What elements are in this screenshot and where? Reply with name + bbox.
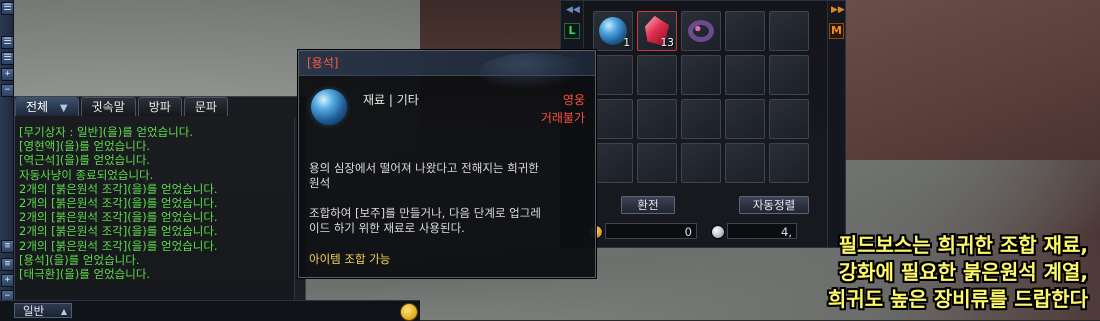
trade-restriction: 거래불가 [540,111,585,125]
inventory-slot[interactable] [593,99,633,139]
caption-line: 강화에 필요한 붉은원석 계열, [838,260,1088,284]
chevron-up-icon: ▲ [60,307,67,316]
chat-line: 2개의 [붉은원석 조각](을)를 얻었습니다. [19,238,218,253]
dragon-emblem-decoration [479,53,589,91]
inventory-right-bar: ▶▶ M [827,1,845,247]
inventory-slot[interactable] [725,99,765,139]
funnel-icon[interactable]: ▼ [60,100,68,118]
inventory-slot[interactable] [725,55,765,95]
item-count: 13 [660,37,674,49]
inventory-slot[interactable] [637,143,677,183]
zoom-out-icon[interactable]: − [1,84,14,97]
inventory-slot[interactable] [725,11,765,51]
inventory-slot[interactable] [637,55,677,95]
chat-line: 2개의 [붉은원석 조각](을)를 얻었습니다. [19,181,218,196]
chat-mode-label: 일반 [23,304,45,318]
inventory-slot[interactable]: 13 [637,11,677,51]
tab-party[interactable]: 방파 [137,97,182,116]
collapse-left-icon[interactable]: ◀◀ [566,5,580,15]
chat-line: [무기상자 : 일반](을)를 얻었습니다. [19,125,193,139]
video-caption: 필드보스는 희귀한 조합 재료, 강화에 필요한 붉은원석 계열, 희귀도 높은… [748,232,1088,313]
item-category: 재료 | 기타 [363,93,419,107]
item-tooltip: [용석] 재료 | 기타 영웅 거래불가 용의 심장에서 떨어져 나왔다고 전해… [298,50,596,278]
inventory-slot[interactable] [725,143,765,183]
tab-guild[interactable]: 문파 [183,97,228,116]
inventory-slot[interactable]: 1 [593,11,633,51]
inventory-window: ◀◀ L 1 13 환전 자동정렬 0 4, ▶▶ M [560,0,846,248]
exchange-button[interactable]: 환전 [621,196,675,214]
dragon-stone-icon [311,89,347,125]
chat-line: [태극환](을)를 얻었습니다. [19,266,151,281]
chat-line: 2개의 [붉은원석 조각](을)를 얻었습니다. [19,195,218,210]
chat-list-icon-2[interactable]: ☰ [1,52,14,65]
chat-input-bar[interactable]: 일반 ▲ [0,300,420,321]
chat-mode-select[interactable]: 일반 ▲ [14,303,72,318]
chat-log: [무기상자 : 일반](을)를 얻었습니다. [영현액](을)를 얻었습니다. … [19,125,289,281]
ring-icon [688,20,714,42]
chat-line: [영현액](을)를 얻었습니다. [19,139,151,154]
chat-zoom-in-icon[interactable]: + [1,274,14,287]
chat-line: 자동사냥이 종료되었습니다. [19,167,154,182]
chat-line: [용석](을)를 얻었습니다. [19,252,140,267]
tab-all[interactable]: 전체 ▼ [15,97,79,116]
tab-label: 전체 [26,100,49,114]
chat-line: [역근석](을)를 얻었습니다. [19,153,151,168]
inventory-m-badge[interactable]: M [829,23,844,39]
chat-menu-icon[interactable]: ☰ [1,2,14,15]
inventory-l-badge[interactable]: L [564,23,580,39]
inventory-slot[interactable] [769,143,809,183]
emote-icon[interactable] [400,303,418,321]
item-name: [용석] [307,56,339,70]
inventory-slot[interactable] [769,99,809,139]
inventory-slot[interactable] [769,11,809,51]
inventory-slot[interactable] [637,99,677,139]
zoom-in-icon[interactable]: + [1,68,14,81]
chat-window: 전체 ▼ 귓속말 방파 문파 [무기상자 : 일반](을)를 얻었습니다. [영… [14,96,306,304]
item-usage: 조합하여 [보주]를 만들거나, 다음 단계로 업그레 이드 하기 위한 재료로… [309,206,541,235]
item-grade: 영웅 [562,93,585,107]
inventory-slot[interactable] [681,11,721,51]
chat-line: 2개의 [붉은원석 조각](을)를 얻었습니다. [19,224,218,239]
inventory-slot[interactable] [593,143,633,183]
gold-amount: 0 [605,223,697,239]
silver-coin-icon [711,225,725,239]
inventory-slot[interactable] [769,55,809,95]
chat-tabs: 전체 ▼ 귓속말 방파 문파 [15,97,305,117]
scroll-list-icon[interactable]: ≡ [1,240,14,253]
item-description: 용의 심장에서 떨어져 나왔다고 전해지는 희귀한 원석 [309,161,539,190]
item-count: 1 [623,37,630,49]
scene-stone-floor [840,0,1100,160]
caption-line: 희귀도 높은 장비류를 드랍한다 [827,287,1088,311]
inventory-slot[interactable] [681,99,721,139]
chat-list-icon[interactable]: ☰ [1,36,14,49]
caption-line: 필드보스는 희귀한 조합 재료, [838,233,1088,257]
inventory-slot[interactable] [681,143,721,183]
tab-whisper[interactable]: 귓속말 [80,97,136,116]
chat-control-strip: ☰ ☰ ☰ + − ≡ ≡ + − [0,0,14,320]
auto-sort-button[interactable]: 자동정렬 [739,196,809,214]
scroll-list-icon-2[interactable]: ≡ [1,258,14,271]
expand-right-icon[interactable]: ▶▶ [831,5,845,15]
inventory-slot[interactable] [593,55,633,95]
inventory-slot[interactable] [681,55,721,95]
craftable-label: 아이템 조합 가능 [309,252,391,266]
chat-line: 2개의 [붉은원석 조각](을)를 얻었습니다. [19,210,218,225]
